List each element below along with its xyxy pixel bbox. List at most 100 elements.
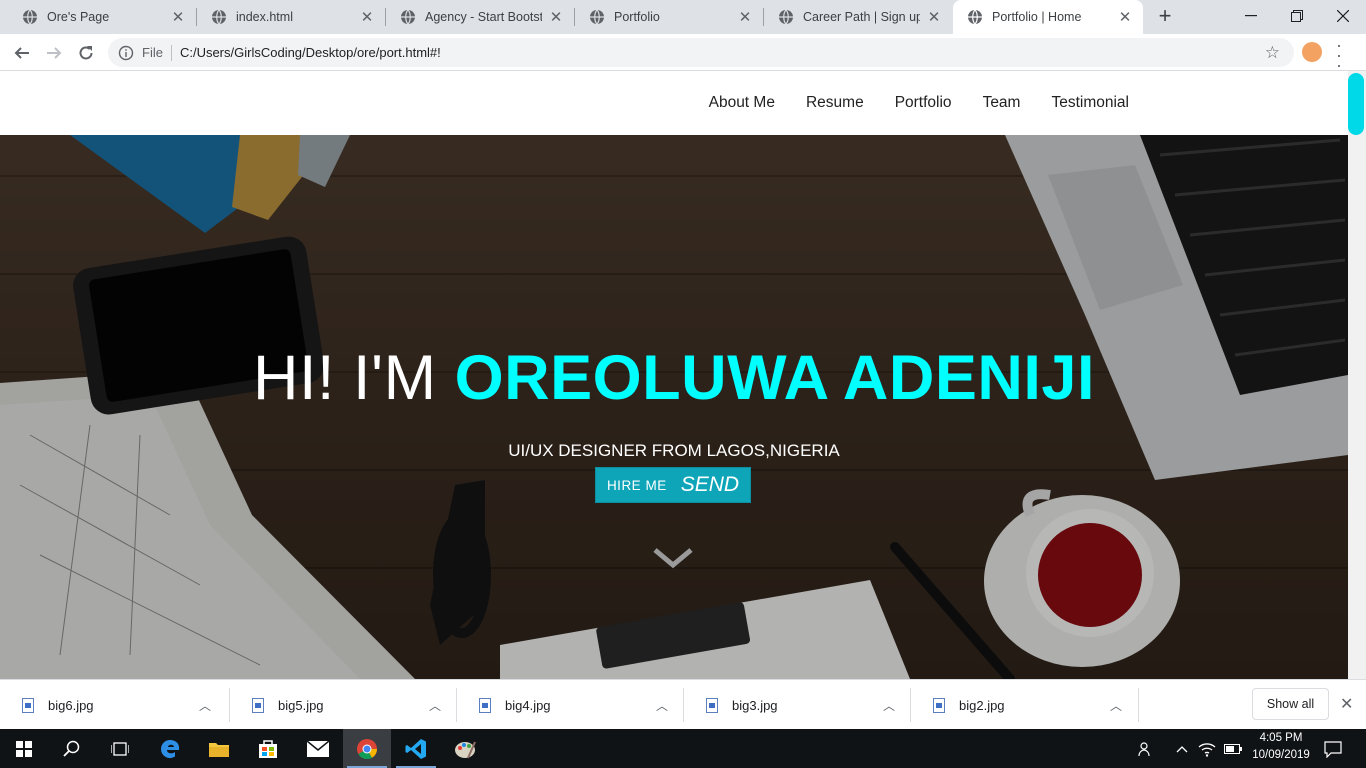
hero-section: HI! I'M OREOLUWA ADENIJI UI/UX DESIGNER …	[0, 135, 1348, 679]
chrome-button[interactable]	[343, 729, 391, 768]
close-icon[interactable]: ✕	[737, 8, 753, 26]
hire-me-button[interactable]: HIRE ME SEND	[595, 467, 751, 503]
close-icon[interactable]: ✕	[1117, 8, 1133, 26]
bookmark-star-icon[interactable]: ☆	[1265, 43, 1280, 63]
address-bar[interactable]: File C:/Users/GirlsCoding/Desktop/ore/po…	[108, 38, 1294, 67]
forward-button[interactable]	[41, 40, 67, 66]
image-file-icon	[933, 697, 945, 713]
file-explorer-button[interactable]	[195, 729, 243, 768]
chevron-up-icon[interactable]: ︿	[883, 697, 895, 714]
minimize-button[interactable]	[1228, 0, 1274, 32]
chevron-up-icon[interactable]	[1176, 745, 1188, 753]
restore-button[interactable]	[1274, 0, 1320, 32]
info-icon[interactable]	[118, 45, 134, 61]
nav-team[interactable]: Team	[983, 94, 1021, 112]
more-menu-icon[interactable]: · · ·	[1336, 36, 1342, 74]
windows-logo-icon	[16, 740, 32, 757]
nav-portfolio[interactable]: Portfolio	[895, 94, 952, 112]
mail-icon	[307, 740, 329, 757]
scrollbar-thumb[interactable]	[1348, 73, 1364, 135]
mail-button[interactable]	[294, 729, 342, 768]
back-button[interactable]	[9, 40, 35, 66]
start-button[interactable]	[0, 729, 48, 768]
image-file-icon	[252, 697, 264, 713]
download-item[interactable]: big2.jpg ︿	[911, 680, 1138, 730]
hero-name: OREOLUWA ADENIJI	[454, 343, 1095, 413]
search-button[interactable]	[48, 729, 96, 768]
download-item[interactable]: big4.jpg ︿	[457, 680, 684, 730]
download-item[interactable]: big3.jpg ︿	[684, 680, 911, 730]
close-icon	[1337, 10, 1349, 22]
tab-agency[interactable]: Agency - Start Bootstrap ✕	[386, 0, 574, 34]
chevron-up-icon[interactable]: ︿	[429, 697, 441, 714]
image-file-icon	[479, 697, 491, 713]
tab-title: index.html	[236, 10, 293, 24]
close-window-button[interactable]	[1320, 0, 1366, 32]
address-scheme: File	[142, 45, 163, 60]
edge-icon	[160, 739, 180, 758]
hero-title: HI! I'M OREOLUWA ADENIJI	[0, 342, 1348, 414]
download-filename: big3.jpg	[732, 697, 778, 713]
page-scrollbar[interactable]	[1348, 71, 1366, 679]
search-icon	[63, 740, 80, 757]
tab-career-path[interactable]: Career Path | Sign up ✕	[764, 0, 952, 34]
close-icon[interactable]: ✕	[170, 8, 186, 26]
download-shelf: big6.jpg ︿ big5.jpg ︿ big4.jpg ︿ big3.jp…	[0, 679, 1366, 729]
tab-title: Portfolio	[614, 10, 660, 24]
download-item[interactable]: big5.jpg ︿	[230, 680, 457, 730]
image-file-icon	[22, 697, 34, 713]
paint-button[interactable]	[441, 729, 489, 768]
store-icon	[259, 739, 277, 758]
taskbar-time[interactable]: 4:05 PM	[1246, 732, 1316, 744]
globe-icon	[968, 9, 982, 25]
new-tab-button[interactable]: +	[1154, 5, 1176, 28]
close-icon[interactable]: ✕	[548, 8, 564, 26]
extension-icon[interactable]	[1302, 42, 1322, 62]
people-icon[interactable]	[1138, 741, 1154, 757]
show-all-button[interactable]: Show all	[1252, 688, 1329, 720]
hero-subtitle: UI/UX DESIGNER FROM LAGOS,NIGERIA	[508, 441, 840, 460]
hire-me-label: HIRE ME	[606, 477, 667, 493]
notification-icon[interactable]	[1324, 740, 1342, 758]
download-separator	[1138, 688, 1139, 722]
task-view-button[interactable]	[96, 729, 144, 768]
globe-icon	[23, 9, 37, 25]
download-item[interactable]: big6.jpg ︿	[0, 680, 227, 730]
download-filename: big6.jpg	[48, 697, 94, 713]
nav-testimonial[interactable]: Testimonial	[1051, 94, 1129, 112]
edge-button[interactable]	[146, 729, 194, 768]
chevron-up-icon[interactable]: ︿	[656, 697, 668, 714]
tab-ores-page[interactable]: Ore's Page ✕	[8, 0, 196, 34]
close-icon[interactable]: ✕	[926, 8, 942, 26]
chevron-up-icon[interactable]: ︿	[199, 697, 211, 714]
globe-icon	[779, 9, 793, 25]
tab-portfolio-home[interactable]: Portfolio | Home ✕	[953, 0, 1143, 34]
minimize-icon	[1245, 15, 1257, 17]
address-divider	[170, 44, 172, 61]
taskbar-date[interactable]: 10/09/2019	[1246, 749, 1316, 761]
chevron-down-icon[interactable]	[652, 547, 694, 569]
chevron-up-icon[interactable]: ︿	[1110, 697, 1122, 714]
page-viewport: About Me Resume Portfolio Team Testimoni…	[0, 71, 1366, 679]
wifi-icon[interactable]	[1198, 741, 1216, 757]
download-filename: big4.jpg	[505, 697, 551, 713]
nav-resume[interactable]: Resume	[806, 94, 864, 112]
browser-toolbar: File C:/Users/GirlsCoding/Desktop/ore/po…	[0, 34, 1366, 74]
vscode-button[interactable]	[392, 729, 440, 768]
tab-index-html[interactable]: index.html ✕	[197, 0, 385, 34]
store-button[interactable]	[244, 729, 292, 768]
close-icon[interactable]: ✕	[1340, 694, 1353, 714]
tab-portfolio[interactable]: Portfolio ✕	[575, 0, 763, 34]
reload-button[interactable]	[73, 40, 99, 66]
globe-icon	[401, 9, 415, 25]
send-label: SEND	[680, 473, 740, 496]
task-view-icon	[111, 741, 129, 756]
nav-about-me[interactable]: About Me	[709, 94, 775, 112]
globe-icon	[590, 9, 604, 25]
battery-icon[interactable]	[1224, 744, 1242, 754]
close-icon[interactable]: ✕	[359, 8, 375, 26]
download-filename: big2.jpg	[959, 697, 1005, 713]
folder-icon	[209, 742, 229, 757]
address-url[interactable]: C:/Users/GirlsCoding/Desktop/ore/port.ht…	[180, 45, 441, 60]
restore-icon	[1291, 10, 1303, 22]
